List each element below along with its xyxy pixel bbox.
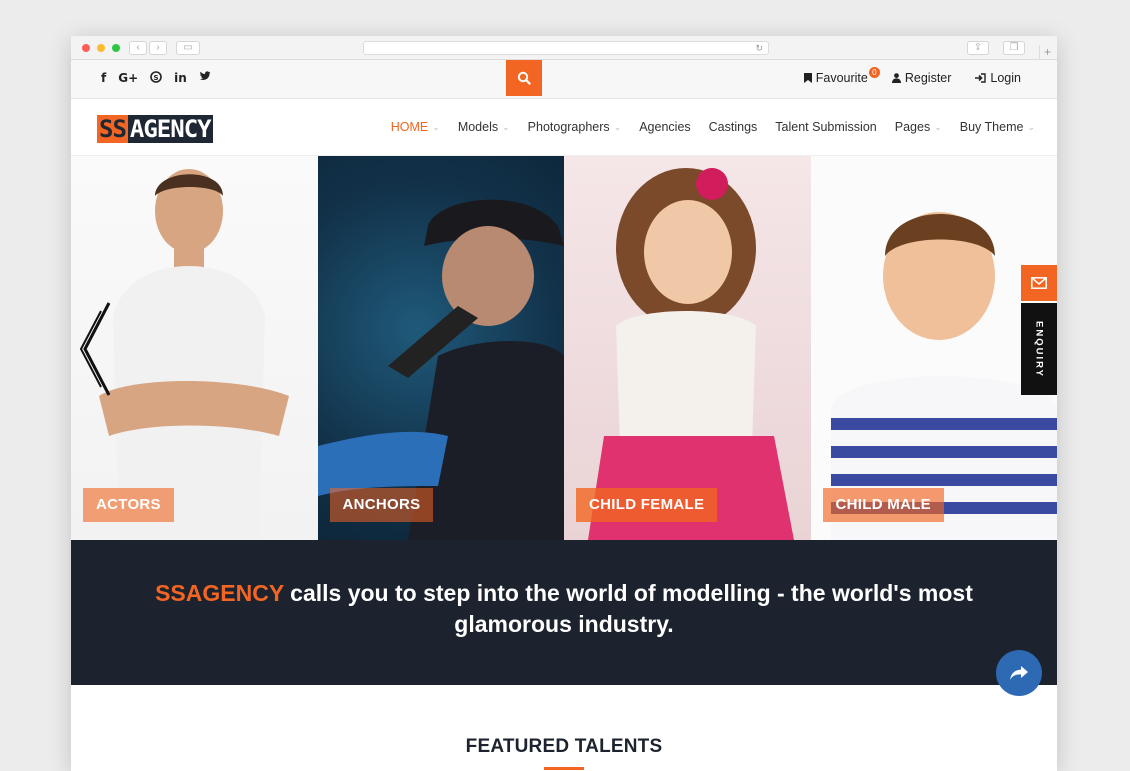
menu-label: Buy Theme [959, 120, 1024, 134]
slider-prev-icon[interactable] [79, 301, 113, 402]
user-icon [891, 73, 901, 83]
address-bar[interactable]: ↻ [363, 41, 769, 55]
menu-label: Models [457, 120, 499, 134]
menu-item-talent-submission[interactable]: Talent Submission [775, 120, 876, 134]
register-link[interactable]: Register [891, 71, 952, 85]
anchor-photo [317, 199, 564, 540]
intro-band: SSAGENCY calls you to step into the worl… [71, 540, 1057, 696]
facebook-icon[interactable]: f [101, 71, 106, 86]
back-icon[interactable]: ‹ [129, 41, 147, 55]
close-window-button[interactable] [82, 44, 90, 52]
forward-icon[interactable]: › [149, 41, 167, 55]
reload-icon[interactable]: ↻ [755, 42, 763, 54]
category-label: CHILD MALE [822, 488, 944, 522]
site-logo[interactable]: SS AGENCY [97, 112, 213, 145]
favourite-label: Favourite [815, 71, 868, 85]
browser-window: ‹ › ▭ ↻ ⇪ ❐ + f G+ S in Favourite 0 Regi… [71, 36, 1057, 771]
child-female-photo [588, 168, 794, 540]
share-button[interactable] [996, 650, 1042, 696]
category-label: ACTORS [83, 488, 174, 522]
chevron-down-icon: ⌄ [934, 121, 942, 132]
category-label: ANCHORS [329, 488, 434, 522]
menu-label: Agencies [639, 120, 691, 134]
chevron-down-icon: ⌄ [613, 121, 622, 132]
envelope-icon [1031, 277, 1047, 289]
menu-label: Talent Submission [775, 120, 877, 134]
account-links: Favourite 0 Register Login [803, 67, 1021, 85]
google-plus-icon[interactable]: G+ [118, 71, 138, 86]
chevron-down-icon: ⌄ [502, 121, 510, 132]
bookmark-icon [803, 73, 812, 83]
title-underline [544, 767, 584, 770]
menu-label: Castings [708, 120, 758, 134]
menu-item-agencies[interactable]: Agencies [639, 120, 690, 134]
chevron-down-icon: ⌄ [432, 121, 440, 132]
login-link[interactable]: Login [975, 71, 1021, 85]
login-label: Login [990, 71, 1021, 85]
minimize-window-button[interactable] [97, 44, 105, 52]
enquiry-tab[interactable]: ENQUIRY [1021, 303, 1057, 395]
main-menu: HOME ⌄ Models ⌄ Photographers ⌄ Agencies Ca… [391, 120, 1035, 134]
zoom-window-button[interactable] [112, 44, 120, 52]
favourite-link[interactable]: Favourite 0 [803, 67, 880, 85]
section-title: FEATURED TALENTS [465, 736, 663, 757]
menu-label: HOME [390, 120, 429, 134]
enquiry-envelope-button[interactable] [1021, 265, 1057, 301]
menu-item-home[interactable]: HOME ⌄ [391, 120, 440, 134]
menu-item-buy-theme[interactable]: Buy Theme ⌄ [960, 120, 1035, 134]
menu-item-pages[interactable]: Pages ⌄ [895, 120, 942, 134]
search-icon [517, 71, 531, 85]
menu-item-models[interactable]: Models ⌄ [458, 120, 510, 134]
sign-in-icon [975, 73, 987, 83]
featured-talents-section: FEATURED TALENTS [71, 736, 1057, 770]
category-panel-child-female[interactable]: CHILD FEMALE [564, 156, 811, 540]
social-links: f G+ S in [101, 71, 211, 86]
intro-tagline: SSAGENCY calls you to step into the worl… [114, 578, 1014, 640]
tabs-icon[interactable]: ❐ [1003, 41, 1025, 55]
menu-item-castings[interactable]: Castings [709, 120, 758, 134]
sidebar-icon[interactable]: ▭ [176, 41, 200, 55]
logo-part-ss: SS [97, 114, 128, 143]
category-panel-anchors[interactable]: ANCHORS [317, 156, 564, 540]
tagline-text: calls you to step into the world of mode… [283, 580, 973, 637]
skype-icon[interactable]: S [150, 71, 162, 86]
browser-chrome: ‹ › ▭ ↻ ⇪ ❐ + [71, 36, 1057, 60]
favourite-count-badge: 0 [868, 67, 880, 78]
share-icon [1010, 666, 1028, 680]
share-browser-icon[interactable]: ⇪ [967, 41, 989, 55]
category-label: CHILD FEMALE [576, 488, 718, 522]
logo-part-agency: AGENCY [127, 114, 213, 143]
svg-text:S: S [154, 74, 159, 82]
twitter-icon[interactable] [199, 71, 211, 86]
search-button[interactable] [506, 60, 542, 96]
menu-item-photographers[interactable]: Photographers ⌄ [528, 120, 622, 134]
category-panel-actors[interactable]: ACTORS [71, 156, 318, 540]
chevron-down-icon: ⌄ [1027, 121, 1035, 132]
hero-category-slider: ACTORS ANCHORS CHILD FEMALE CHILD MALE [71, 156, 1057, 540]
child-male-photo [830, 212, 1057, 540]
new-tab-icon[interactable]: + [1039, 45, 1055, 60]
top-bar: f G+ S in Favourite 0 Register Login [71, 60, 1057, 99]
site-header: SS AGENCY HOME ⌄ Models ⌄ Photographers ⌄ A… [71, 99, 1057, 156]
menu-label: Pages [894, 120, 931, 134]
menu-label: Photographers [527, 120, 610, 134]
linkedin-icon[interactable]: in [174, 71, 187, 86]
brand-name: SSAGENCY [155, 580, 284, 606]
register-label: Register [904, 71, 952, 85]
